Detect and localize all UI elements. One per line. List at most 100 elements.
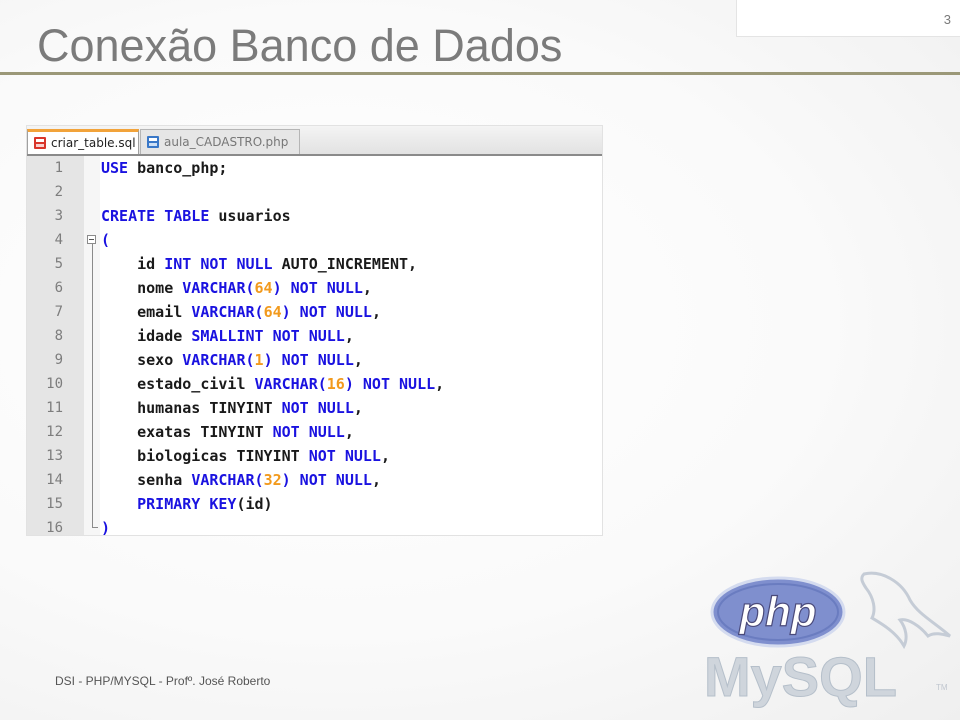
line-number: 3 (54, 208, 63, 224)
code-text: ( (101, 228, 110, 252)
code-text: estado_civil VARCHAR(16) NOT NULL, (101, 372, 444, 396)
line-number: 9 (54, 352, 63, 368)
line-number: 7 (54, 304, 63, 320)
code-token-op: ( (101, 231, 111, 249)
code-token-kw: ) NOT NULL (272, 279, 363, 297)
code-text: exatas TINYINT NOT NULL, (101, 420, 354, 444)
code-token-kw: ) NOT NULL (263, 351, 354, 369)
code-token-txt: estado_civil (101, 375, 255, 393)
line-number: 1 (54, 160, 63, 176)
code-token-kw: USE (101, 159, 129, 177)
code-token-txt: nome (101, 279, 183, 297)
code-token-txt: , (353, 399, 363, 417)
code-token-txt: biologicas TINYINT (101, 447, 309, 465)
code-line: 2 (27, 180, 602, 204)
code-token-kw: VARCHAR( (254, 375, 327, 393)
code-token-kw: SMALLINT NOT NULL (191, 327, 345, 345)
code-token-txt: , (371, 471, 381, 489)
slide-number-box: 3 (736, 0, 960, 37)
tab-aula-cadastro-php[interactable]: aula_CADASTRO.php (140, 129, 300, 154)
code-area[interactable]: 1 USE banco_php; 2 3 CREATE TABLE usuarios 4(… (27, 156, 602, 535)
code-token-txt: banco_php; (128, 159, 228, 177)
code-token-txt: , (344, 423, 354, 441)
code-line: 13 biologicas TINYINT NOT NULL, (27, 444, 602, 468)
php-mysql-logo: php MySQL TM (704, 571, 951, 709)
code-text: id INT NOT NULL AUTO_INCREMENT, (101, 252, 417, 276)
slide-footer: DSI - PHP/MYSQL - Profº. José Roberto (55, 674, 271, 688)
code-text: email VARCHAR(64) NOT NULL, (101, 300, 381, 324)
code-line: 1 USE banco_php; (27, 156, 602, 180)
code-token-kw: ) NOT NULL (344, 375, 436, 393)
code-token-kw: PRIMARY KEY (137, 495, 237, 513)
code-token-num: 64 (263, 303, 282, 321)
code-line: 12 exatas TINYINT NOT NULL, (27, 420, 602, 444)
slide-number: 3 (943, 12, 951, 27)
line-number: 5 (54, 256, 63, 272)
code-line: 15 PRIMARY KEY(id) (27, 492, 602, 516)
code-token-kw: NOT NULL (272, 423, 345, 441)
code-text: PRIMARY KEY(id) (101, 492, 273, 516)
line-number: 15 (46, 496, 63, 512)
trademark-text: TM (936, 683, 948, 692)
code-token-txt: senha (101, 471, 192, 489)
line-number: 6 (54, 280, 63, 296)
editor-tab-bar: criar_table.sql aula_CADASTRO.php (27, 126, 602, 156)
code-token-kw: ) NOT NULL (281, 471, 372, 489)
code-token-txt: , (362, 279, 372, 297)
code-token-kw: VARCHAR( (182, 351, 255, 369)
code-token-txt: , (380, 447, 390, 465)
code-token-txt: humanas TINYINT (101, 399, 282, 417)
code-token-kw: ) NOT NULL (281, 303, 372, 321)
line-number: 14 (46, 472, 63, 488)
code-token-txt: email (101, 303, 192, 321)
code-token-kw: VARCHAR( (182, 279, 255, 297)
code-token-txt: exatas TINYINT (101, 423, 273, 441)
code-line: 8 idade SMALLINT NOT NULL, (27, 324, 602, 348)
line-number: 12 (46, 424, 63, 440)
code-token-kw: VARCHAR( (191, 303, 264, 321)
code-line: 16) (27, 516, 602, 535)
code-token-num: 1 (254, 351, 264, 369)
code-text: USE banco_php; (101, 156, 227, 180)
code-line: 14 senha VARCHAR(32) NOT NULL, (27, 468, 602, 492)
code-token-txt: AUTO_INCREMENT, (272, 255, 418, 273)
code-editor: criar_table.sql aula_CADASTRO.php 1 USE b… (27, 126, 602, 535)
line-number: 4 (54, 232, 63, 248)
code-token-txt: (id) (236, 495, 273, 513)
code-line: 7 email VARCHAR(64) NOT NULL, (27, 300, 602, 324)
code-line: 9 sexo VARCHAR(1) NOT NULL, (27, 348, 602, 372)
code-token-txt: sexo (101, 351, 183, 369)
tab-criar-table-sql[interactable]: criar_table.sql (27, 129, 139, 154)
code-line: 4( (27, 228, 602, 252)
code-line: 6 nome VARCHAR(64) NOT NULL, (27, 276, 602, 300)
code-text: humanas TINYINT NOT NULL, (101, 396, 363, 420)
code-token-txt: , (353, 351, 363, 369)
code-line: 11 humanas TINYINT NOT NULL, (27, 396, 602, 420)
code-token-txt: idade (101, 327, 192, 345)
code-token-kw: NOT NULL (281, 399, 354, 417)
line-number: 10 (46, 376, 63, 392)
code-text: senha VARCHAR(32) NOT NULL, (101, 468, 381, 492)
code-line: 10 estado_civil VARCHAR(16) NOT NULL, (27, 372, 602, 396)
tab-label: criar_table.sql (51, 136, 136, 150)
code-text: nome VARCHAR(64) NOT NULL, (101, 276, 372, 300)
code-token-kw: VARCHAR( (191, 471, 264, 489)
line-number: 11 (46, 400, 63, 416)
code-token-num: 16 (326, 375, 345, 393)
code-token-txt: , (435, 375, 445, 393)
code-token-num: 32 (263, 471, 282, 489)
code-line: 5 id INT NOT NULL AUTO_INCREMENT, (27, 252, 602, 276)
line-number: 16 (46, 520, 63, 535)
code-token-op: ) (101, 519, 111, 535)
sql-file-icon (34, 137, 46, 149)
php-logo-text: php (739, 588, 817, 635)
code-token-kw: CREATE TABLE (101, 207, 210, 225)
code-token-kw: NOT NULL (308, 447, 381, 465)
code-text: CREATE TABLE usuarios (101, 204, 291, 228)
code-token-txt: , (344, 327, 354, 345)
code-line: 3 CREATE TABLE usuarios (27, 204, 602, 228)
code-token-txt: , (371, 303, 381, 321)
code-text: sexo VARCHAR(1) NOT NULL, (101, 348, 363, 372)
line-number: 8 (54, 328, 63, 344)
